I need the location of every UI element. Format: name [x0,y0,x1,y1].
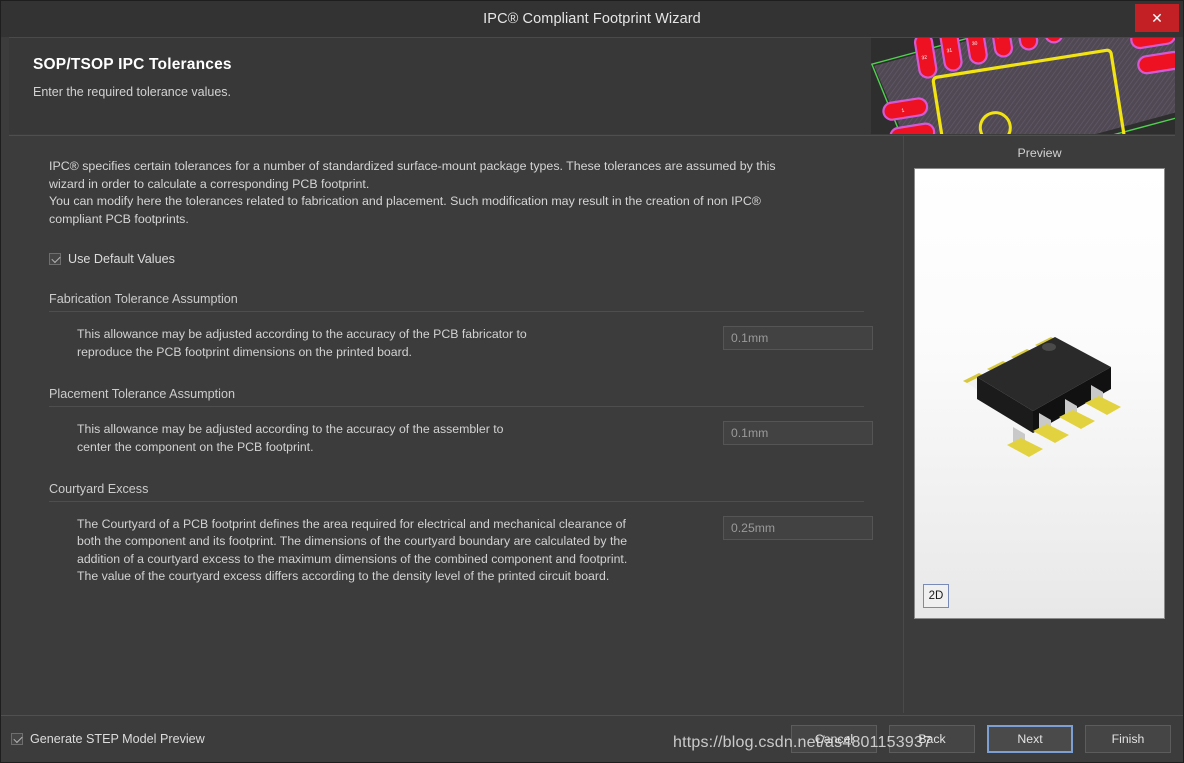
description-line-1: This allowance may be adjusted according… [77,326,713,343]
courtyard-excess-input[interactable]: 0.25mm [723,516,873,540]
description-line-2: reproduce the PCB footprint dimensions o… [77,344,713,361]
section-title: Fabrication Tolerance Assumption [49,292,873,311]
window-title: IPC® Compliant Footprint Wizard [483,11,701,27]
use-default-values-label: Use Default Values [68,252,175,266]
use-default-values-checkbox[interactable]: Use Default Values [49,252,873,266]
section-placement-tolerance: Placement Tolerance Assumption This allo… [49,387,873,456]
intro-line-4: compliant PCB footprints. [49,211,814,229]
preview-label: Preview [1017,146,1061,160]
description-line-1: This allowance may be adjusted according… [77,421,713,438]
intro-line-1: IPC® specifies certain tolerances for a … [49,158,814,176]
view-mode-2d-button[interactable]: 2D [923,584,949,608]
ipc-footprint-wizard-window: IPC® Compliant Footprint Wizard ✕ [0,0,1184,763]
wizard-header: 3231 3029 2827 2625 1 SOP/TSOP IPC Toler… [9,37,1175,134]
section-divider [49,501,864,502]
cancel-button[interactable]: Cancel [791,725,877,753]
section-fabrication-tolerance: Fabrication Tolerance Assumption This al… [49,292,873,361]
close-icon[interactable]: ✕ [1135,4,1179,32]
placement-tolerance-input[interactable]: 0.1mm [723,421,873,445]
wizard-footer: Generate STEP Model Preview Cancel Back … [1,715,1183,762]
checkbox-icon[interactable] [11,733,23,745]
section-body: This allowance may be adjusted according… [49,421,873,456]
header-text-block: SOP/TSOP IPC Tolerances Enter the requir… [9,38,1175,99]
intro-line-3: You can modify here the tolerances relat… [49,193,814,211]
next-button[interactable]: Next [987,725,1073,753]
page-title: SOP/TSOP IPC Tolerances [33,56,1175,74]
wizard-body: IPC® specifies certain tolerances for a … [9,135,1175,713]
finish-button[interactable]: Finish [1085,725,1171,753]
checkbox-icon[interactable] [49,253,61,265]
section-divider [49,311,864,312]
preview-pane: Preview [904,136,1175,713]
fabrication-tolerance-input[interactable]: 0.1mm [723,326,873,350]
intro-line-2: wizard in order to calculate a correspon… [49,176,814,194]
section-body: This allowance may be adjusted according… [49,326,873,361]
description-line-4: The value of the courtyard excess differ… [77,568,713,585]
section-title: Placement Tolerance Assumption [49,387,873,406]
section-title: Courtyard Excess [49,482,873,501]
soic-chip-svg [939,319,1144,479]
description-line-2: both the component and its footprint. Th… [77,533,713,550]
titlebar: IPC® Compliant Footprint Wizard ✕ [1,1,1183,37]
section-divider [49,406,864,407]
description-line-2: center the component on the PCB footprin… [77,439,713,456]
description-line-3: addition of a courtyard excess to the ma… [77,551,713,568]
description-line-1: The Courtyard of a PCB footprint defines… [77,516,713,533]
settings-pane: IPC® specifies certain tolerances for a … [9,136,904,713]
section-description: The Courtyard of a PCB footprint defines… [49,516,713,586]
page-subtitle: Enter the required tolerance values. [33,85,1175,99]
preview-viewport[interactable]: 2D [914,168,1165,619]
section-description: This allowance may be adjusted according… [49,421,713,456]
intro-paragraph: IPC® specifies certain tolerances for a … [49,158,814,228]
section-body: The Courtyard of a PCB footprint defines… [49,516,873,586]
section-description: This allowance may be adjusted according… [49,326,713,361]
generate-step-model-preview-checkbox[interactable]: Generate STEP Model Preview [11,732,205,746]
generate-step-model-preview-label: Generate STEP Model Preview [30,732,205,746]
back-button[interactable]: Back [889,725,975,753]
section-courtyard-excess: Courtyard Excess The Courtyard of a PCB … [49,482,873,586]
step-model-preview-image [939,319,1144,484]
